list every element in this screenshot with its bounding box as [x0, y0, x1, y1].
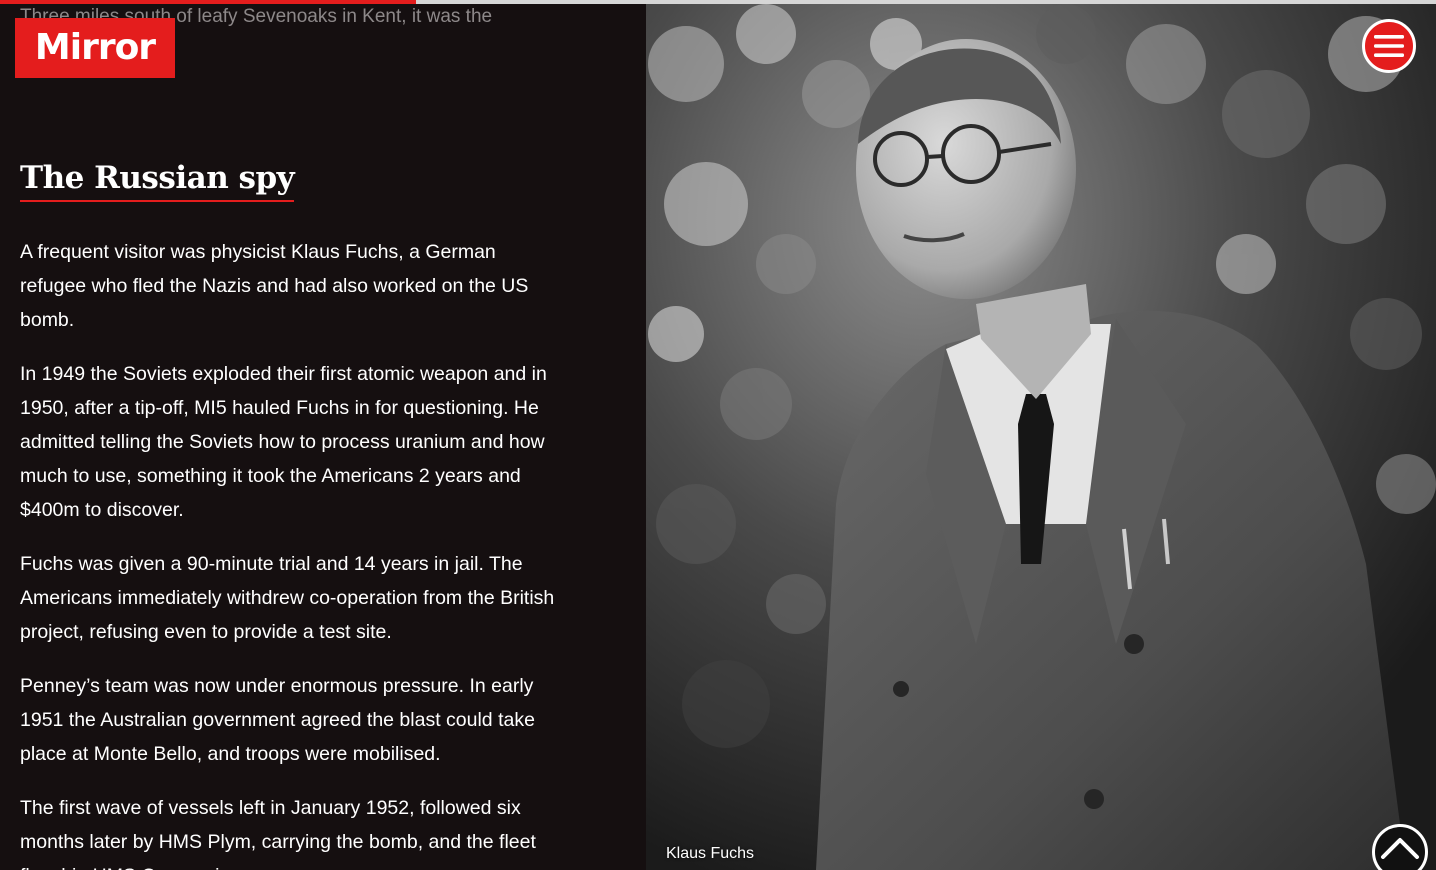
reading-progress-fill: [0, 0, 417, 4]
photo-caption: Klaus Fuchs: [666, 845, 755, 862]
article-page: Three miles south of leafy Sevenoaks in …: [0, 0, 1436, 870]
article-paragraph: Penney’s team was now under enormous pre…: [20, 675, 535, 765]
section-heading: The Russian spy: [20, 157, 295, 202]
article-body: A frequent visitor was physicist Klaus F…: [20, 235, 565, 870]
article-paragraph: A frequent visitor was physicist Klaus F…: [20, 241, 529, 331]
reading-progress-bar: [0, 0, 1436, 4]
menu-button[interactable]: [1362, 19, 1416, 73]
hamburger-menu-icon: [1374, 35, 1404, 57]
mirror-logo-text: Mirror: [34, 27, 156, 68]
article-paragraph: Fuchs was given a 90-minute trial and 14…: [20, 553, 555, 643]
article-paragraph: The first wave of vessels left in Januar…: [20, 797, 536, 870]
mirror-logo[interactable]: Mirror: [15, 18, 175, 78]
article-text-column: Three miles south of leafy Sevenoaks in …: [0, 0, 646, 870]
article-paragraph: In 1949 the Soviets exploded their first…: [20, 363, 547, 521]
photo-illustration: [646, 4, 1436, 870]
chevron-up-icon: [1381, 838, 1419, 859]
article-photo: [646, 4, 1436, 870]
